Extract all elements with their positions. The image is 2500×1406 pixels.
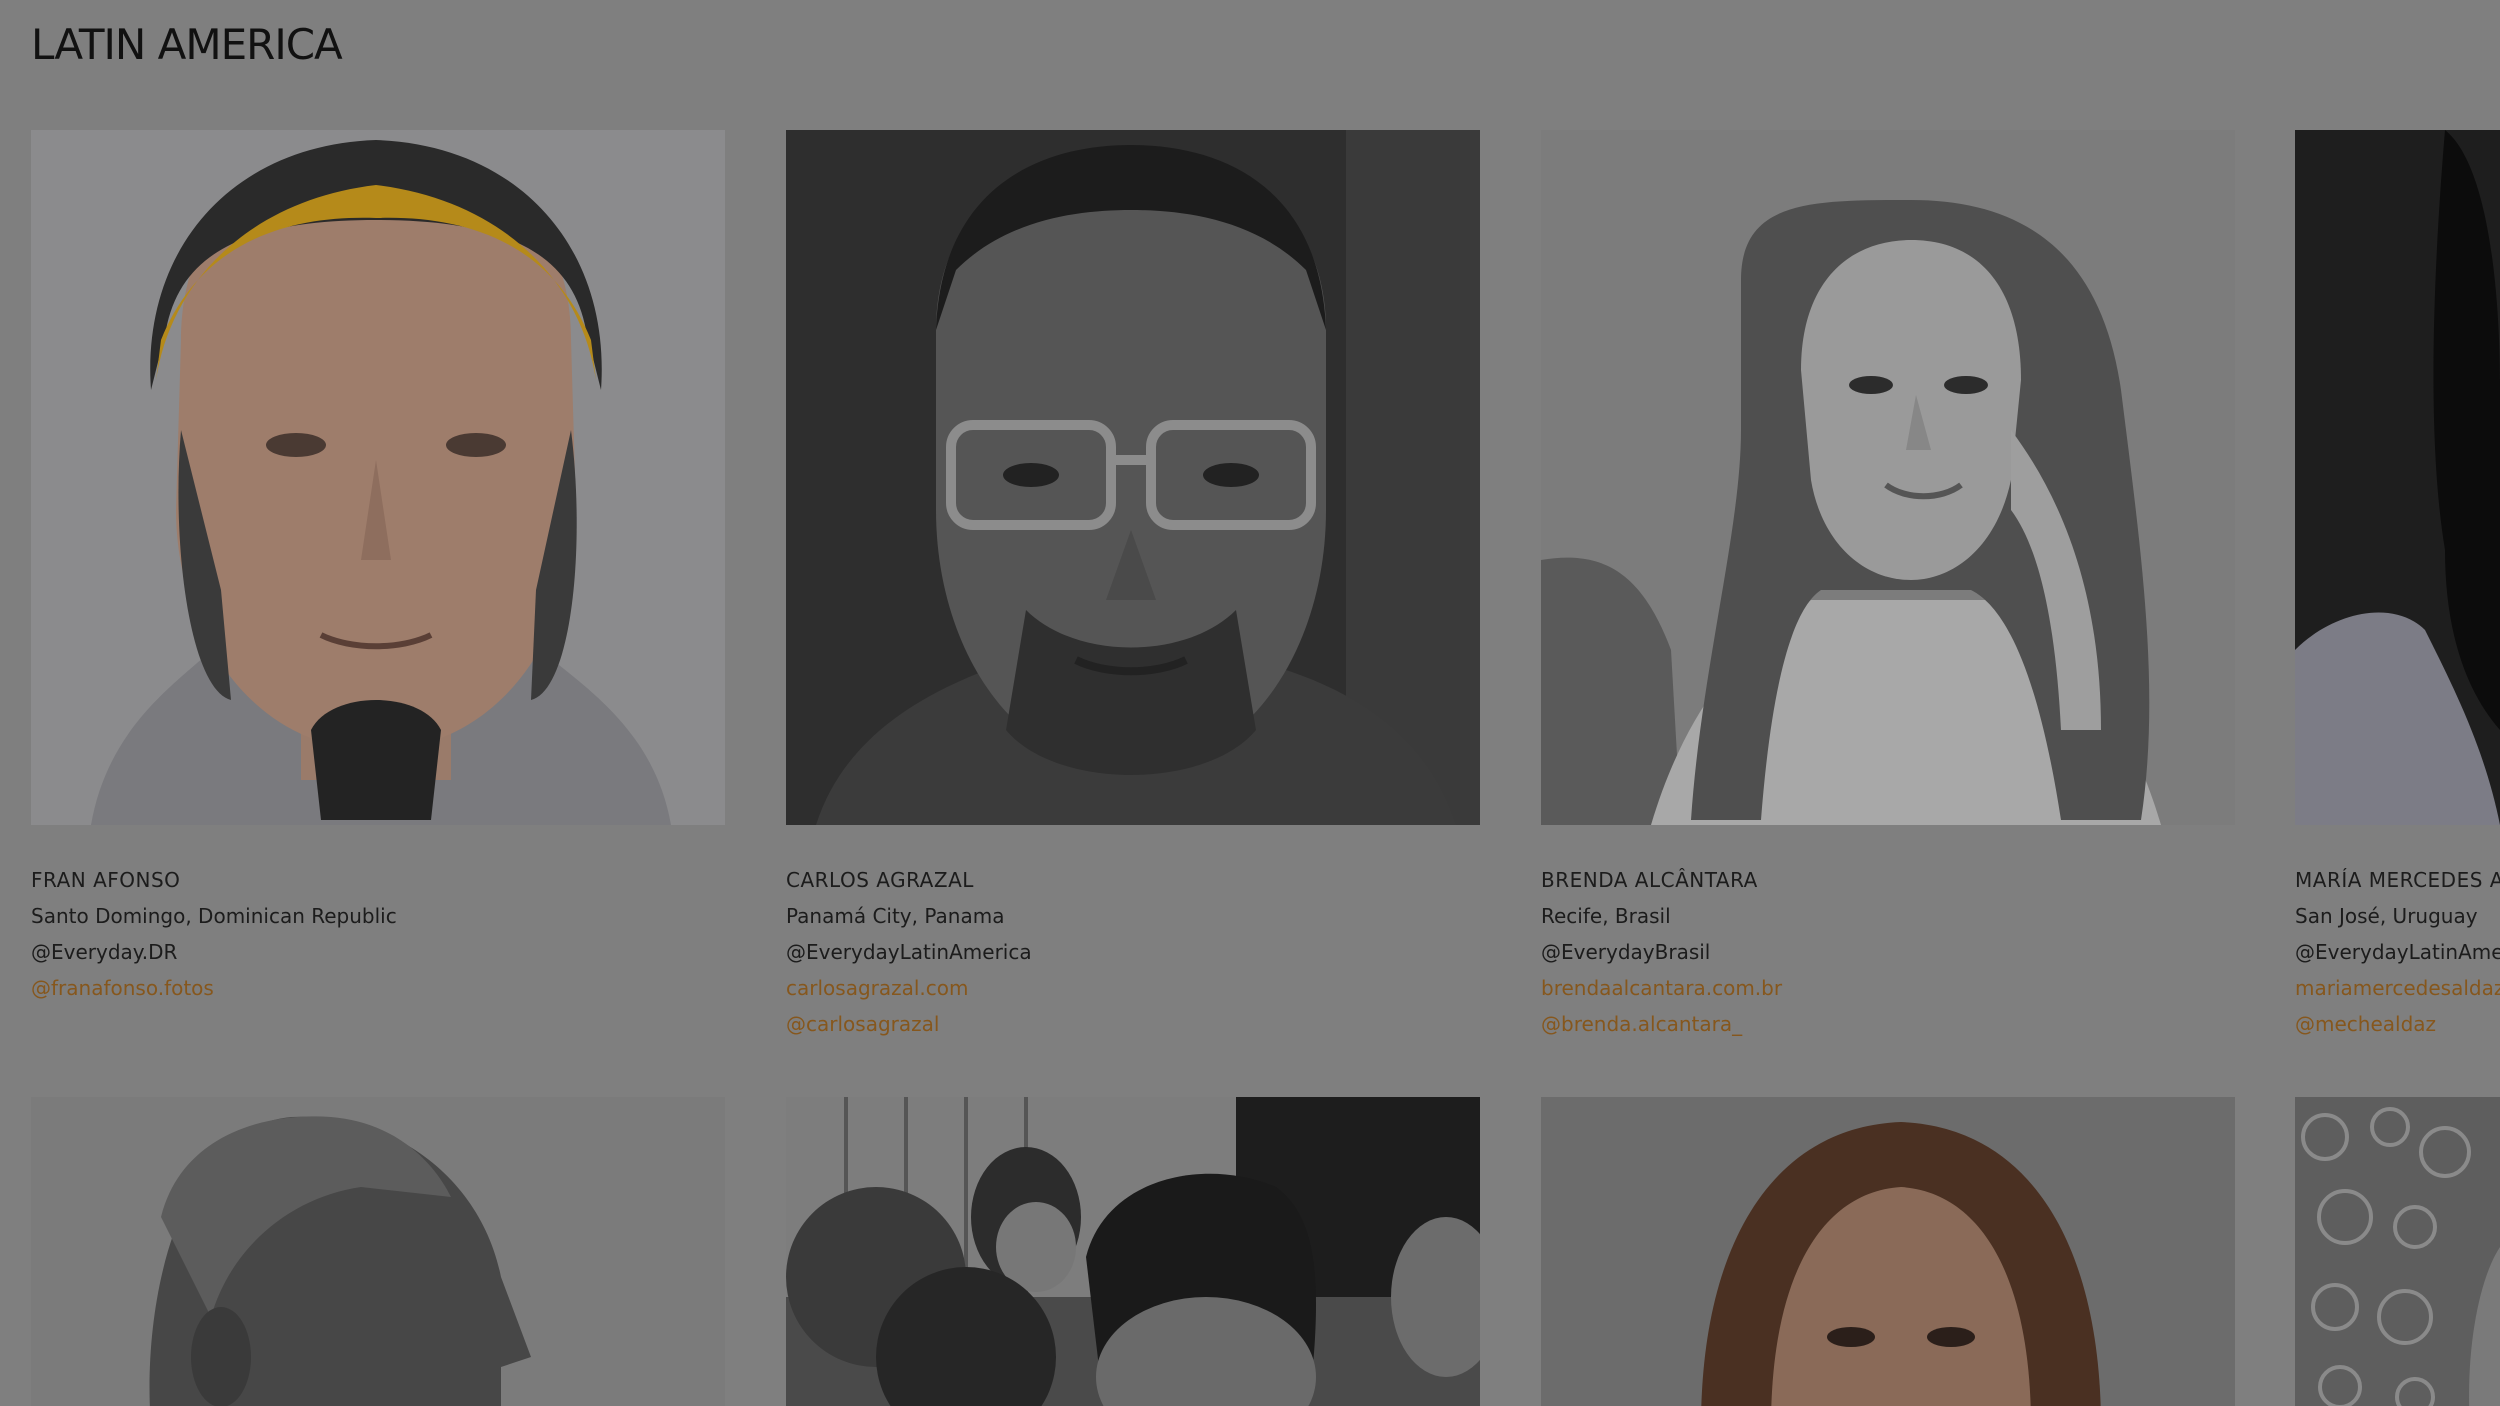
photographer-card: FRAN AFONSO Santo Domingo, Dominican Rep… bbox=[31, 130, 725, 1006]
photographer-photo[interactable] bbox=[1541, 1097, 2235, 1406]
website-link[interactable]: mariamercedesaldaz. bbox=[2295, 976, 2500, 1000]
region-title: LATIN AMERICA bbox=[31, 20, 343, 69]
photographer-name: BRENDA ALCÂNTARA bbox=[1541, 868, 1758, 892]
instagram-link[interactable]: @brenda.alcantara_ bbox=[1541, 1012, 1742, 1036]
instagram-link[interactable]: @carlosagrazal bbox=[786, 1012, 939, 1036]
photographer-photo[interactable] bbox=[786, 130, 1480, 825]
website-link[interactable]: carlosagrazal.com bbox=[786, 976, 969, 1000]
photographer-location: Recife, Brasil bbox=[1541, 904, 1671, 928]
photographer-photo[interactable] bbox=[31, 1097, 725, 1406]
photographer-name: CARLOS AGRAZAL bbox=[786, 868, 974, 892]
photographer-feed: @EverydayBrasil bbox=[1541, 940, 1711, 964]
photographer-name: FRAN AFONSO bbox=[31, 868, 181, 892]
photographer-feed: @EverydayLatinAmerica bbox=[786, 940, 1032, 964]
photographer-photo[interactable] bbox=[2295, 1097, 2500, 1406]
photographer-location: Panamá City, Panama bbox=[786, 904, 1005, 928]
photographer-card: MARÍA MERCEDES A San José, Uruguay @Ever… bbox=[2295, 130, 2500, 1042]
page: LATIN AMERICA FRAN AFONSO Santo Domingo,… bbox=[0, 0, 2500, 1406]
instagram-link[interactable]: @franafonso.fotos bbox=[31, 976, 214, 1000]
photographer-name: MARÍA MERCEDES A bbox=[2295, 868, 2500, 892]
photographer-feed: @Everyday.DR bbox=[31, 940, 178, 964]
photographer-card bbox=[786, 1097, 1480, 1406]
photographer-card bbox=[2295, 1097, 2500, 1406]
photographer-photo[interactable] bbox=[786, 1097, 1480, 1406]
website-link[interactable]: brendaalcantara.com.br bbox=[1541, 976, 1782, 1000]
photographer-location: San José, Uruguay bbox=[2295, 904, 2478, 928]
photographer-location: Santo Domingo, Dominican Republic bbox=[31, 904, 397, 928]
photographer-card: CARLOS AGRAZAL Panamá City, Panama @Ever… bbox=[786, 130, 1480, 1042]
photographer-photo[interactable] bbox=[2295, 130, 2500, 825]
instagram-link[interactable]: @mechealdaz bbox=[2295, 1012, 2436, 1036]
photographer-photo[interactable] bbox=[31, 130, 725, 825]
photographer-card bbox=[31, 1097, 725, 1406]
photographer-photo[interactable] bbox=[1541, 130, 2235, 825]
photographer-card bbox=[1541, 1097, 2235, 1406]
photographer-card: BRENDA ALCÂNTARA Recife, Brasil @Everyda… bbox=[1541, 130, 2235, 1042]
photographer-feed: @EverydayLatinAme bbox=[2295, 940, 2500, 964]
